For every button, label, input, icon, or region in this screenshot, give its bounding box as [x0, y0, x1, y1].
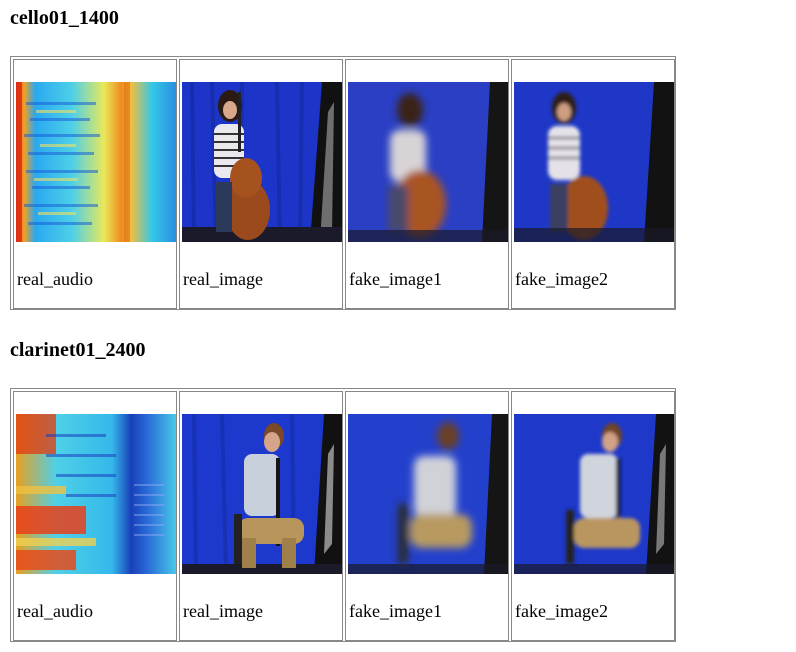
table-cell: real_audio [13, 391, 177, 641]
section-title: clarinet01_2400 [10, 339, 146, 361]
spectrogram-image [16, 82, 176, 242]
table-cell: real_image [179, 59, 343, 309]
cell-caption: real_audio [17, 269, 93, 289]
clarinetist-generated-image [514, 414, 674, 574]
clarinetist-image [182, 414, 342, 574]
table-cell: real_image [179, 391, 343, 641]
spectrogram-image [16, 414, 176, 574]
results-table: real_audio real_image fake_image1 fake_i… [10, 56, 676, 310]
cellist-image [182, 82, 342, 242]
table-cell: real_audio [13, 59, 177, 309]
cell-caption: fake_image1 [349, 601, 442, 621]
cell-caption: fake_image2 [515, 601, 608, 621]
table-cell: fake_image2 [511, 59, 675, 309]
results-table: real_audio real_image fake_image1 fake_i… [10, 388, 676, 642]
table-cell: fake_image1 [345, 391, 509, 641]
cell-caption: real_image [183, 601, 263, 621]
cell-caption: fake_image2 [515, 269, 608, 289]
cell-caption: real_image [183, 269, 263, 289]
cellist-generated-image [514, 82, 674, 242]
cellist-blurred-image [348, 82, 508, 242]
table-cell: fake_image1 [345, 59, 509, 309]
cell-caption: fake_image1 [349, 269, 442, 289]
cell-caption: real_audio [17, 601, 93, 621]
section-title: cello01_1400 [10, 7, 119, 29]
table-cell: fake_image2 [511, 391, 675, 641]
clarinetist-blurred-image [348, 414, 508, 574]
